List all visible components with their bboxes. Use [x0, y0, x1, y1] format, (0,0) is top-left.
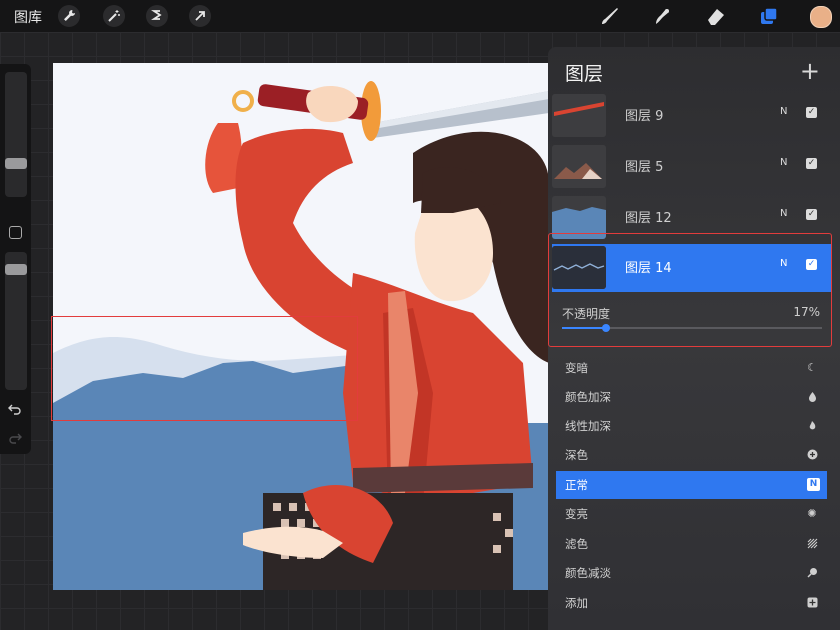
- undo-icon[interactable]: [8, 401, 22, 420]
- layer-name: 图层 5: [625, 160, 664, 175]
- wrench-icon[interactable]: [58, 5, 80, 27]
- blend-mode-label: 颜色加深: [565, 390, 611, 404]
- gallery-button[interactable]: 图库: [14, 7, 42, 27]
- blend-mode-add[interactable]: 添加: [556, 589, 827, 617]
- layer-blend-mode[interactable]: N: [780, 157, 787, 168]
- blend-mode-color-dodge[interactable]: 颜色减淡: [556, 559, 827, 587]
- panel-highlight-box: [548, 233, 832, 347]
- layers-icon[interactable]: [757, 4, 781, 28]
- blend-mode-color-burn[interactable]: 颜色加深: [556, 383, 827, 411]
- blend-mode-normal[interactable]: 正常 N: [556, 471, 827, 499]
- blend-mode-screen[interactable]: 滤色: [556, 530, 827, 558]
- blend-mode-label: 正常: [565, 478, 588, 492]
- layer-row[interactable]: 图层 9 N ✓: [552, 92, 831, 140]
- layer-blend-mode[interactable]: N: [780, 106, 787, 117]
- brush-size-knob[interactable]: [5, 158, 27, 169]
- blend-mode-label: 颜色减淡: [565, 566, 611, 580]
- moon-icon: ☾: [807, 360, 817, 374]
- normal-n-icon: N: [807, 478, 820, 491]
- blend-mode-linear-burn[interactable]: 线性加深: [556, 412, 827, 440]
- sun-icon: ✺: [807, 506, 817, 520]
- blend-mode-label: 添加: [565, 596, 588, 610]
- layer-thumbnail: [552, 145, 606, 188]
- brush-icon[interactable]: [598, 4, 622, 28]
- selection-icon[interactable]: [146, 5, 168, 27]
- layer-blend-mode[interactable]: N: [780, 208, 787, 219]
- top-toolbar: 图库: [0, 0, 840, 32]
- layer-visibility-checkbox[interactable]: ✓: [806, 209, 817, 220]
- add-layer-button[interactable]: +: [800, 57, 820, 85]
- blend-mode-label: 变亮: [565, 507, 588, 521]
- magic-wand-icon[interactable]: [103, 5, 125, 27]
- layer-visibility-checkbox[interactable]: ✓: [806, 158, 817, 169]
- blend-mode-label: 深色: [565, 448, 588, 462]
- modify-button[interactable]: [9, 226, 22, 239]
- brush-opacity-knob[interactable]: [5, 264, 27, 275]
- canvas-highlight-box: [51, 316, 358, 421]
- layer-row[interactable]: 图层 5 N ✓: [552, 143, 831, 191]
- plus-square-icon: [806, 596, 818, 608]
- hatch-icon: [806, 537, 818, 549]
- brush-opacity-slider[interactable]: [5, 252, 27, 390]
- blend-mode-darker-color[interactable]: 深色: [556, 441, 827, 469]
- redo-icon[interactable]: [8, 430, 22, 449]
- dodge-icon: [806, 566, 818, 578]
- layers-panel-title: 图层: [565, 63, 604, 85]
- layer-thumbnail: [552, 94, 606, 137]
- blend-mode-darken[interactable]: 变暗 ☾: [556, 354, 827, 382]
- burn-icon: [806, 390, 818, 402]
- eraser-icon[interactable]: [704, 4, 728, 28]
- brush-size-slider[interactable]: [5, 72, 27, 197]
- layer-visibility-checkbox[interactable]: ✓: [806, 107, 817, 118]
- flame-icon: [806, 419, 818, 431]
- blend-mode-label: 滤色: [565, 537, 588, 551]
- layer-name: 图层 12: [625, 211, 672, 226]
- blend-mode-lighten[interactable]: 变亮 ✺: [556, 500, 827, 528]
- blend-mode-label: 线性加深: [565, 419, 611, 433]
- color-picker-swatch[interactable]: [810, 6, 832, 28]
- blend-mode-label: 变暗: [565, 361, 588, 375]
- plus-circle-icon: [806, 448, 818, 460]
- smudge-icon[interactable]: [650, 4, 674, 28]
- left-sidebar: [0, 64, 31, 454]
- transform-arrow-icon[interactable]: [189, 5, 211, 27]
- layer-name: 图层 9: [625, 109, 664, 124]
